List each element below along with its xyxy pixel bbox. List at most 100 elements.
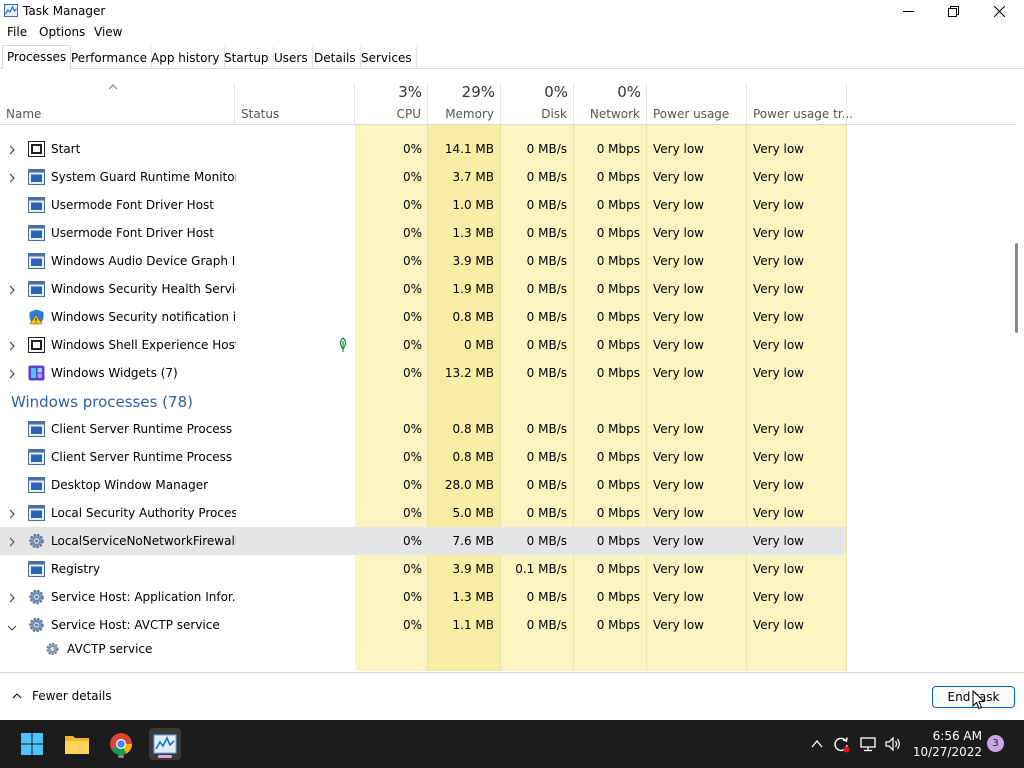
process-row[interactable]: Start 0% 14.1 MB 0 MB/s 0 Mbps Very low Very l… (0, 135, 1016, 163)
process-row[interactable]: Service Host: Application Infor... 0% 1.3 … (0, 583, 1016, 611)
chevron-right-icon[interactable] (8, 368, 16, 379)
title-bar[interactable]: Task Manager (0, 0, 1024, 23)
cell-power: Very low (653, 618, 704, 632)
tray-update[interactable] (831, 734, 851, 754)
cell-cpu: 0% (402, 506, 422, 520)
process-row[interactable]: Usermode Font Driver Host 0% 1.0 MB 0 MB/s 0… (0, 191, 1016, 219)
process-row[interactable]: LocalServiceNoNetworkFirewall ... 0% 7.6 M… (0, 527, 1016, 555)
tab-details[interactable]: Details (309, 46, 361, 69)
tab-services[interactable]: Services (356, 46, 417, 69)
chevron-right-icon[interactable] (8, 340, 16, 351)
process-row[interactable]: Service Host: AVCTP service 0% 1.1 MB 0 MB/… (0, 611, 1016, 639)
process-row[interactable]: Local Security Authority Process... 0% 5.0… (0, 499, 1016, 527)
process-row[interactable]: Client Server Runtime Process 0% 0.8 MB 0 M… (0, 443, 1016, 471)
gear-small-icon (44, 641, 61, 657)
cell-cpu: 0% (402, 478, 422, 492)
cell-power-trend: Very low (753, 198, 804, 212)
file-explorer-icon (65, 736, 89, 754)
tab-performance[interactable]: Performance (66, 46, 153, 69)
header-cpu[interactable]: 3% CPU (355, 83, 428, 125)
cell-disk: 0 MB/s (526, 142, 567, 156)
cell-network: 0 Mbps (596, 450, 640, 464)
tray-network[interactable] (858, 734, 878, 754)
header-power-usage[interactable]: Power usage (647, 83, 747, 125)
process-row[interactable]: Desktop Window Manager 0% 28.0 MB 0 MB/s 0 M… (0, 471, 1016, 499)
minimize-button[interactable] (885, 0, 931, 23)
process-row[interactable]: Windows Widgets (7) 0% 13.2 MB 0 MB/s 0 Mbps… (0, 359, 1016, 387)
widgets-icon (28, 365, 45, 381)
chevron-down-icon[interactable] (7, 621, 17, 631)
cell-disk: 0 MB/s (526, 506, 567, 520)
header-cpu-percent: 3% (398, 83, 422, 101)
process-row[interactable]: Client Server Runtime Process 0% 0.8 MB 0 M… (0, 415, 1016, 443)
restore-button[interactable] (930, 0, 976, 23)
cell-power-trend: Very low (753, 170, 804, 184)
cell-network: 0 Mbps (596, 366, 640, 380)
taskbar-chrome[interactable] (105, 728, 137, 760)
header-name[interactable]: Name (0, 83, 235, 125)
process-row[interactable]: Windows Audio Device Graph Is... 0% 3.9 MB… (0, 247, 1016, 275)
process-row[interactable]: System Guard Runtime Monitor... 0% 3.7 MB 0… (0, 163, 1016, 191)
chevron-right-icon[interactable] (8, 508, 16, 519)
menu-view[interactable]: View (94, 25, 122, 39)
chevron-right-icon[interactable] (8, 172, 16, 183)
tab-app-history[interactable]: App history (146, 46, 225, 69)
tab-users[interactable]: Users (269, 46, 313, 69)
start-icon (28, 337, 45, 353)
process-row[interactable]: AVCTP service (0, 639, 1016, 667)
running-indicator (118, 755, 124, 758)
cell-cpu: 0% (402, 618, 422, 632)
process-row[interactable]: Windows Shell Experience Host 0% 0 MB 0 MB/… (0, 331, 1016, 359)
header-power-trend[interactable]: Power usage tr... (747, 83, 853, 125)
taskbar-start[interactable] (16, 728, 48, 760)
tab-bar: Processes Performance App history Startu… (0, 44, 1024, 70)
header-network[interactable]: 0% Network (574, 83, 647, 125)
cell-power-trend: Very low (753, 366, 804, 380)
process-icon (28, 477, 45, 493)
cell-disk: 0 MB/s (526, 226, 567, 240)
chevron-right-icon[interactable] (8, 284, 16, 295)
tab-startup[interactable]: Startup (219, 46, 274, 69)
tab-processes[interactable]: Processes (2, 45, 72, 70)
process-name: AVCTP service (67, 642, 153, 656)
header-status[interactable]: Status (235, 83, 355, 125)
chevron-up-icon (811, 740, 823, 748)
chevron-right-icon[interactable] (8, 144, 16, 155)
cell-disk: 0 MB/s (526, 282, 567, 296)
fewer-details-button[interactable]: Fewer details (12, 689, 112, 703)
vertical-scrollbar[interactable] (1012, 125, 1024, 671)
process-name: Client Server Runtime Process (51, 422, 233, 436)
chevron-right-icon[interactable] (8, 536, 16, 547)
menu-file[interactable]: File (7, 25, 27, 39)
taskbar-task-manager[interactable] (149, 728, 181, 760)
tray-volume[interactable] (883, 734, 903, 754)
process-row[interactable]: Usermode Font Driver Host 0% 1.3 MB 0 MB/s 0… (0, 219, 1016, 247)
taskbar-clock[interactable]: 6:56 AM 10/27/2022 (912, 728, 982, 760)
sync-alert-icon (834, 737, 850, 753)
taskbar-file-explorer[interactable] (61, 728, 93, 760)
cell-disk: 0 MB/s (526, 310, 567, 324)
cell-power-trend: Very low (753, 338, 804, 352)
process-row[interactable]: Windows Security notification i... 0% 0.8 … (0, 303, 1016, 331)
process-icon (28, 505, 45, 521)
cell-power: Very low (653, 590, 704, 604)
header-disk-percent: 0% (544, 83, 568, 101)
tray-overflow-button[interactable] (807, 734, 827, 754)
process-row[interactable]: Windows Security Health Service 0% 1.9 MB 0… (0, 275, 1016, 303)
process-name: Service Host: AVCTP service (51, 618, 220, 632)
group-header[interactable]: Windows processes (78) (0, 387, 1016, 415)
cell-network: 0 Mbps (596, 338, 640, 352)
notification-badge[interactable]: 3 (987, 735, 1004, 752)
chevron-right-icon[interactable] (8, 592, 16, 603)
process-name: Windows Security notification i... (51, 310, 236, 324)
cell-memory: 0.8 MB (452, 310, 494, 324)
close-button[interactable] (976, 0, 1022, 23)
cell-memory: 7.6 MB (452, 534, 494, 548)
process-name: Windows Widgets (7) (51, 366, 178, 380)
header-disk[interactable]: 0% Disk (501, 83, 574, 125)
menu-options[interactable]: Options (39, 25, 85, 39)
scrollbar-thumb[interactable] (1015, 243, 1018, 333)
header-memory[interactable]: 29% Memory (428, 83, 501, 125)
process-row[interactable]: Registry 0% 3.9 MB 0.1 MB/s 0 Mbps Very low Ve… (0, 555, 1016, 583)
process-name: Client Server Runtime Process (51, 450, 233, 464)
